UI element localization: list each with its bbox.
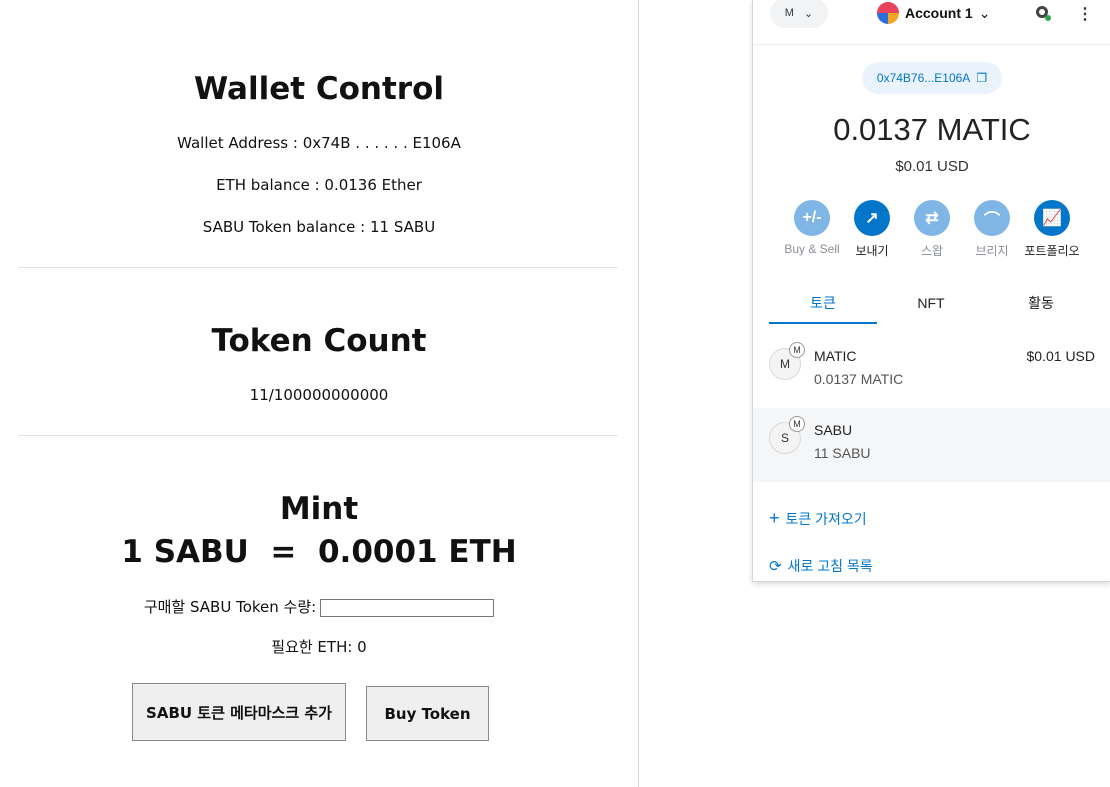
mint-rate: 1 SABU = 0.0001 ETH [121,534,517,570]
quantity-input[interactable] [320,598,495,617]
wallet-address-text: Wallet Address : 0x74B . . . . . . E106A [177,134,461,152]
buy-sell-icon: +/- [794,200,830,236]
divider [18,267,618,268]
import-tokens-label: 토큰 가져오기 [785,510,867,527]
tab-activity[interactable]: 활동 [987,290,1095,322]
refresh-list-label: 새로 고침 목록 [787,558,873,574]
address-copy-button[interactable]: 0x74B76...E106A ❐ [862,62,1002,94]
import-tokens-link[interactable]: + 토큰 가져오기 [769,508,867,529]
wallet-control-title: Wallet Control [193,71,445,107]
bridge-icon: ⌒ [974,200,1010,236]
chevron-down-icon: ⌄ [978,4,991,21]
token-amount: 11 SABU [814,445,871,461]
globe-icon [1036,6,1051,21]
network-badge: M [789,416,805,432]
refresh-icon: ⟳ [769,558,782,575]
eth-balance-text: ETH balance : 0.0136 Ether [216,176,422,194]
token-balance-text: SABU Token balance : 11 SABU [202,218,436,236]
token-name: MATIC [814,348,857,364]
quantity-label: 구매할 SABU Token 수량: [143,598,317,616]
account-name: Account 1 [905,5,973,21]
tab-bar: 토큰 NFT 활동 [769,290,1095,324]
network-selector[interactable]: M ⌄ [770,0,828,28]
metamask-header: M ⌄ Account 1 ⌄ ⋮ [753,0,1110,45]
account-avatar [877,2,899,24]
portfolio-icon: 📈 [1034,200,1070,236]
fiat-balance: $0.01 USD [895,158,969,175]
required-eth-text: 필요한 ETH: 0 [271,638,367,656]
more-options-icon[interactable]: ⋮ [1077,4,1093,24]
send-icon: ↗ [854,200,890,236]
token-name: SABU [814,422,853,438]
address-short: 0x74B76...E106A [876,71,971,85]
chevron-down-icon: ⌄ [803,7,814,20]
plus-icon: + [769,508,780,528]
dapp-panel: Wallet Control Wallet Address : 0x74B . … [0,0,639,787]
connected-sites-icon[interactable] [1034,4,1052,27]
buy-token-button[interactable]: Buy Token [366,686,489,741]
token-value: $0.01 USD [1026,348,1095,364]
refresh-list-link[interactable]: ⟳ 새로 고침 목록 [769,556,873,576]
divider [18,435,618,436]
native-balance: 0.0137 MATIC [833,112,1031,147]
account-selector[interactable]: Account 1 ⌄ [877,2,990,24]
action-label: 포트폴리오 [1024,244,1080,258]
tab-nft[interactable]: NFT [877,290,985,322]
metamask-popup: M ⌄ Account 1 ⌄ ⋮ 0x74B76...E106A ❐ 0.01… [752,0,1110,582]
tab-tokens[interactable]: 토큰 [769,290,877,324]
action-portfolio[interactable]: 📈 포트폴리오 [1017,200,1087,259]
token-row[interactable]: S M SABU 11 SABU [753,408,1110,482]
mint-title: Mint [279,491,359,527]
token-row[interactable]: M M MATIC 0.0137 MATIC $0.01 USD [753,334,1110,408]
network-label: M [784,7,794,19]
token-count-value: 11/100000000000 [249,386,389,404]
token-amount: 0.0137 MATIC [814,371,904,387]
add-to-metamask-button[interactable]: SABU 토큰 메타마스크 추가 [132,683,346,741]
swap-icon: ⇄ [914,200,950,236]
network-badge: M [789,342,805,358]
copy-icon: ❐ [976,71,988,85]
quantity-row: 구매할 SABU Token 수량: [0,596,638,617]
token-count-title: Token Count [211,323,427,359]
